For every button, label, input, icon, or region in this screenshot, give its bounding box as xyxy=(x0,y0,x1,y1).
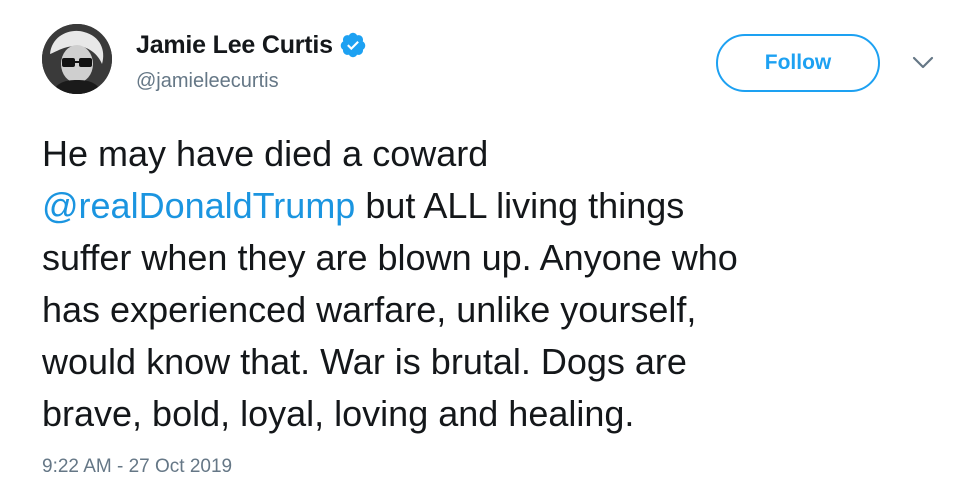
tweet-line: would know that. War is brutal. Dogs are xyxy=(42,341,687,382)
follow-button[interactable]: Follow xyxy=(716,34,880,92)
verified-badge-icon xyxy=(339,31,367,59)
name-row: Jamie Lee Curtis xyxy=(136,28,367,62)
user-handle[interactable]: @jamieleecurtis xyxy=(136,70,279,93)
chevron-down-icon[interactable] xyxy=(912,56,934,70)
display-name[interactable]: Jamie Lee Curtis xyxy=(136,31,333,60)
profile-photo-icon xyxy=(42,24,112,94)
tweet-text: He may have died a coward @realDonaldTru… xyxy=(42,128,942,440)
avatar[interactable] xyxy=(42,24,112,94)
tweet-line: @realDonaldTrump but ALL living things xyxy=(42,185,685,226)
tweet-line: suffer when they are blown up. Anyone wh… xyxy=(42,237,738,278)
tweet-card: Jamie Lee Curtis @jamieleecurtis Follow … xyxy=(0,0,980,500)
mention-link[interactable]: @realDonaldTrump xyxy=(42,185,355,226)
tweet-line: has experienced warfare, unlike yourself… xyxy=(42,289,697,330)
tweet-line: He may have died a coward xyxy=(42,133,489,174)
tweet-timestamp[interactable]: 9:22 AM - 27 Oct 2019 xyxy=(42,456,232,478)
tweet-line: brave, bold, loyal, loving and healing. xyxy=(42,393,635,434)
